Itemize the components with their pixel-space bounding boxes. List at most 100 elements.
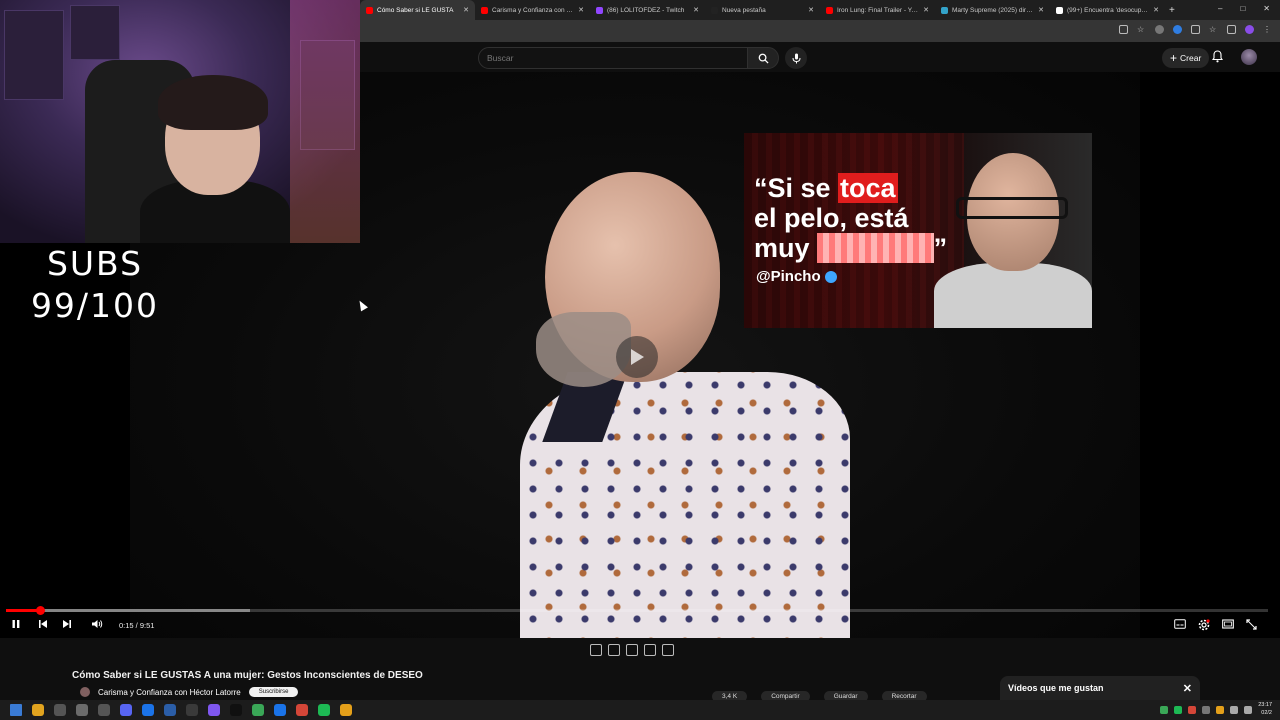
tab-favicon-icon bbox=[1056, 6, 1063, 14]
tray-icon[interactable] bbox=[1216, 705, 1225, 714]
tab-title: Carisma y Confianza con Héct bbox=[492, 6, 575, 14]
next-icon bbox=[63, 620, 71, 628]
subs-counter: SUBS 99/100 bbox=[0, 243, 190, 327]
loop-icon[interactable] bbox=[590, 644, 602, 656]
browser-tab[interactable]: Iron Lung: Final Trailer - YouT ✕ bbox=[820, 0, 935, 20]
taskbar-app-icon[interactable] bbox=[164, 704, 176, 716]
browser-tab[interactable]: Marty Supreme (2025) directe ✕ bbox=[935, 0, 1050, 20]
channel-avatar[interactable] bbox=[80, 687, 90, 697]
liked-videos-panel[interactable]: Vídeos que me gustan ✕ bbox=[1000, 676, 1200, 700]
taskbar-app-icon[interactable] bbox=[274, 704, 286, 716]
streamer-hair bbox=[158, 75, 268, 130]
thumbnail-preview[interactable]: “Si se toca el pelo, está muy nervioso” … bbox=[744, 133, 1092, 328]
tab-close-icon[interactable]: ✕ bbox=[463, 6, 469, 14]
subscribe-button[interactable]: Suscribirse bbox=[248, 687, 299, 697]
fullscreen-button[interactable] bbox=[1246, 619, 1257, 630]
tab-favicon-icon bbox=[826, 6, 833, 14]
previous-icon bbox=[39, 620, 47, 628]
tray-icon[interactable] bbox=[1202, 705, 1211, 714]
audio-icon[interactable] bbox=[608, 644, 620, 656]
tab-close-icon[interactable]: ✕ bbox=[923, 6, 929, 14]
volume-button[interactable] bbox=[91, 619, 103, 629]
taskbar-app-icon[interactable] bbox=[186, 704, 198, 716]
tray-icon[interactable] bbox=[1160, 705, 1169, 714]
browser-tab[interactable]: (99+) Encuentra 'desocupaci ✕ bbox=[1050, 0, 1165, 20]
tab-close-icon[interactable]: ✕ bbox=[1038, 6, 1044, 14]
previous-button[interactable] bbox=[38, 619, 48, 629]
speed-icon[interactable] bbox=[644, 644, 656, 656]
volume-tray-icon[interactable] bbox=[1244, 705, 1253, 714]
browser-tab[interactable]: Carisma y Confianza con Héct ✕ bbox=[475, 0, 590, 20]
taskbar-app-icon[interactable] bbox=[296, 704, 308, 716]
taskbar-app-icon[interactable] bbox=[120, 704, 132, 716]
bookmark-star-icon[interactable]: ☆ bbox=[1137, 25, 1146, 34]
close-window-icon[interactable]: ✕ bbox=[1263, 4, 1270, 13]
account-avatar[interactable] bbox=[1241, 49, 1257, 65]
browser-tab[interactable]: Nueva pestaña ✕ bbox=[705, 0, 820, 20]
quote-line3: muy bbox=[754, 233, 818, 263]
play-overlay-button[interactable] bbox=[616, 336, 658, 378]
taskbar-app-icon[interactable] bbox=[76, 704, 88, 716]
create-button[interactable]: + Crear bbox=[1162, 48, 1210, 68]
pause-button[interactable] bbox=[11, 619, 21, 629]
system-clock[interactable]: 23:17 02/2 bbox=[1258, 702, 1272, 717]
profile-icon[interactable] bbox=[1245, 25, 1254, 34]
tray-icon[interactable] bbox=[1188, 705, 1197, 714]
flask-icon[interactable] bbox=[662, 644, 674, 656]
menu-dots-icon[interactable]: ⋮ bbox=[1263, 25, 1272, 34]
window-controls: – □ ✕ bbox=[1208, 0, 1280, 17]
taskbar-app-icon[interactable] bbox=[318, 704, 330, 716]
bookmarks-icon[interactable]: ☆ bbox=[1209, 25, 1218, 34]
taskbar-app-icon[interactable] bbox=[252, 704, 264, 716]
taskbar-app-icon[interactable] bbox=[230, 704, 242, 716]
taskbar-app-icon[interactable] bbox=[208, 704, 220, 716]
taskbar-app-icon[interactable] bbox=[340, 704, 352, 716]
verified-icon bbox=[824, 270, 837, 283]
tab-close-icon[interactable]: ✕ bbox=[578, 6, 584, 14]
progress-bar[interactable] bbox=[6, 606, 1268, 615]
taskbar-app-icon[interactable] bbox=[54, 704, 66, 716]
quote-blurred-word: nervioso bbox=[817, 233, 934, 263]
taskbar-app-icon[interactable] bbox=[142, 704, 154, 716]
sidepanel-icon[interactable] bbox=[1227, 25, 1236, 34]
browser-tab[interactable]: Cómo Saber si LE GUSTA ✕ bbox=[360, 0, 475, 20]
close-icon[interactable]: ✕ bbox=[1183, 682, 1192, 695]
voice-search-button[interactable] bbox=[785, 47, 807, 69]
shelf bbox=[4, 10, 64, 100]
wifi-icon[interactable] bbox=[1230, 705, 1239, 714]
search-icon bbox=[758, 53, 769, 64]
progress-scrubber[interactable] bbox=[36, 606, 46, 615]
tab-close-icon[interactable]: ✕ bbox=[693, 6, 699, 14]
tab-close-icon[interactable]: ✕ bbox=[808, 6, 814, 14]
notifications-button[interactable] bbox=[1211, 50, 1224, 68]
search-input[interactable]: Buscar bbox=[478, 47, 748, 69]
tab-favicon-icon bbox=[596, 6, 603, 14]
windows-start-icon[interactable] bbox=[10, 704, 22, 716]
plus-icon: + bbox=[1170, 51, 1178, 65]
screen-icon[interactable] bbox=[626, 644, 638, 656]
tab-close-icon[interactable]: ✕ bbox=[1153, 6, 1159, 14]
subtitles-button[interactable] bbox=[1174, 619, 1186, 629]
next-button[interactable] bbox=[62, 619, 72, 629]
quote-open: “Si se bbox=[754, 173, 839, 203]
extension-icon[interactable] bbox=[1173, 25, 1182, 34]
new-tab-button[interactable]: + bbox=[1169, 5, 1175, 16]
tray-icon[interactable] bbox=[1174, 705, 1183, 714]
play-icon bbox=[631, 349, 644, 365]
minimize-icon[interactable]: – bbox=[1218, 4, 1222, 13]
maximize-icon[interactable]: □ bbox=[1240, 4, 1245, 13]
settings-button[interactable] bbox=[1198, 619, 1210, 631]
browser-tab[interactable]: (86) LOLITOFDEZ - Twitch ✕ bbox=[590, 0, 705, 20]
extension-icon[interactable] bbox=[1155, 25, 1164, 34]
video-title: Cómo Saber si LE GUSTAS A una mujer: Ges… bbox=[72, 670, 423, 681]
theater-mode-button[interactable] bbox=[1222, 619, 1234, 629]
volume-icon bbox=[92, 620, 103, 628]
search-button[interactable] bbox=[747, 47, 779, 69]
search-taskbar-icon[interactable] bbox=[32, 704, 44, 716]
channel-name[interactable]: Carisma y Confianza con Héctor Latorre bbox=[98, 688, 241, 697]
install-app-icon[interactable] bbox=[1119, 25, 1128, 34]
thumbnail-glasses bbox=[956, 197, 1068, 219]
tab-favicon-icon bbox=[941, 6, 948, 14]
taskbar-app-icon[interactable] bbox=[98, 704, 110, 716]
extensions-puzzle-icon[interactable] bbox=[1191, 25, 1200, 34]
